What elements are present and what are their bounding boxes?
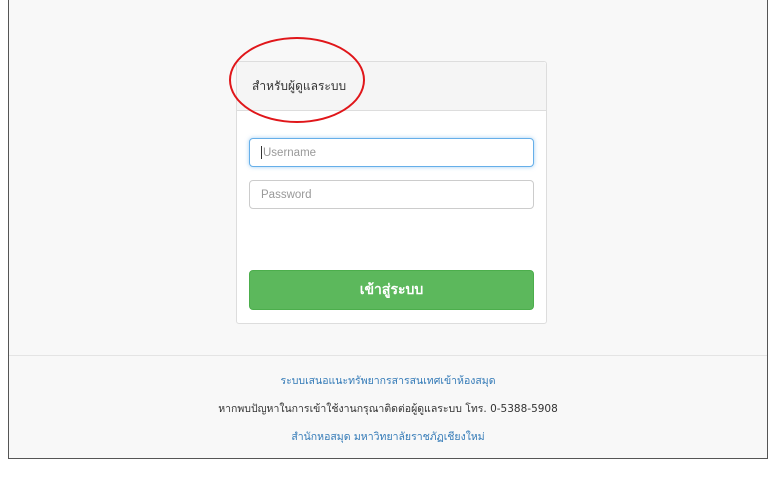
- footer-divider: [9, 355, 767, 356]
- text-caret: [261, 146, 262, 159]
- system-name-link[interactable]: ระบบเสนอแนะทรัพยากรสารสนเทศเข้าห้องสมุด: [280, 375, 495, 387]
- contact-text: หากพบปัญหาในการเข้าใช้งานกรุณาติดต่อผู้ด…: [218, 403, 558, 415]
- login-button[interactable]: เข้าสู่ระบบ: [249, 270, 534, 310]
- username-placeholder: Username: [263, 146, 317, 159]
- admin-login-panel: สำหรับผู้ดูแลระบบ Username Password เข้า…: [236, 61, 547, 324]
- username-input[interactable]: Username: [249, 138, 534, 167]
- password-input[interactable]: Password: [249, 180, 534, 209]
- login-button-label: เข้าสู่ระบบ: [359, 282, 424, 298]
- library-link[interactable]: สำนักหอสมุด มหาวิทยาลัยราชภัฏเชียงใหม่: [291, 431, 484, 443]
- panel-heading: สำหรับผู้ดูแลระบบ: [237, 62, 546, 111]
- panel-title: สำหรับผู้ดูแลระบบ: [252, 78, 347, 93]
- password-placeholder: Password: [261, 188, 312, 201]
- footer: ระบบเสนอแนะทรัพยากรสารสนเทศเข้าห้องสมุด …: [9, 372, 767, 456]
- page-frame: สำหรับผู้ดูแลระบบ Username Password เข้า…: [8, 0, 768, 459]
